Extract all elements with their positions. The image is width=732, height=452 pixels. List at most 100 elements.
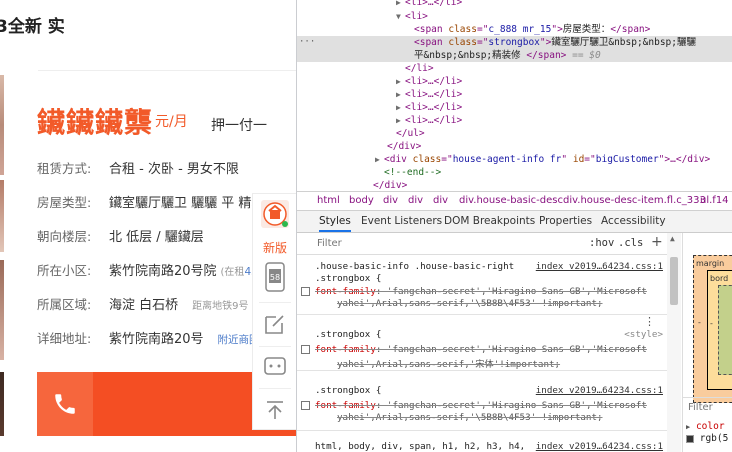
property-checkbox[interactable] xyxy=(301,345,310,354)
box-model-padding[interactable] xyxy=(718,285,732,375)
info-label: 所在小区: xyxy=(37,263,92,278)
dom-comment[interactable]: <!--end--> xyxy=(297,166,732,179)
elements-tree[interactable]: ▶ <li>…</li> ▼ <li> <span class="c_888 mr_… xyxy=(297,0,732,190)
breadcrumb-item[interactable]: div xyxy=(383,195,398,206)
rule-source-link[interactable]: index_v2019…64234.css:1 xyxy=(536,441,663,452)
rule-source: <style> xyxy=(624,329,663,340)
rule-source-link[interactable]: index_v2019…64234.css:1 xyxy=(536,385,663,396)
new-version-link[interactable]: 新版 xyxy=(253,238,296,256)
dom-node[interactable]: ▶ <li>…</li> xyxy=(297,0,732,9)
styles-scrollbar[interactable]: ▲ xyxy=(667,233,681,452)
tab-styles[interactable]: Styles xyxy=(319,215,351,232)
more-options-icon[interactable]: ⋮ xyxy=(644,315,655,328)
area-link[interactable]: 海淀 白石桥 xyxy=(109,298,178,313)
expand-triangle-icon[interactable]: ▶ xyxy=(396,0,405,9)
css-declaration[interactable]: font-family: 'fangchan-secret','Hiragino… xyxy=(315,286,647,297)
box-model-margin[interactable]: margin - bord - xyxy=(693,255,732,403)
breadcrumb-item[interactable]: div xyxy=(408,195,423,206)
feedback-button[interactable] xyxy=(253,310,296,338)
styles-filter-input[interactable] xyxy=(317,238,517,249)
expand-triangle-icon[interactable]: ▶ xyxy=(375,153,384,166)
breadcrumb-item[interactable]: div.house-basic-desc xyxy=(459,195,563,206)
listing-photo[interactable] xyxy=(0,372,4,436)
border-label: bord xyxy=(710,274,729,283)
css-declaration-cont: yahei',Arial,sans-serif,'\5B8B\4F53' !im… xyxy=(337,298,603,309)
info-label: 朝向楼层: xyxy=(37,229,92,244)
css-declaration[interactable]: font-family: 'fangchan-secret','Hiragino… xyxy=(315,400,647,411)
css-rule[interactable]: .strongbox { <style> font-family: 'fangc… xyxy=(297,315,667,371)
more-dots-icon[interactable]: ··· xyxy=(299,36,315,49)
computed-filter[interactable]: Filter xyxy=(683,397,732,417)
property-checkbox[interactable] xyxy=(301,287,310,296)
css-rule[interactable]: html, body, div, span, h1, h2, h3, h4, i… xyxy=(297,439,667,452)
dom-node[interactable]: </li> xyxy=(297,62,732,75)
info-value: 紫竹院南路20号 xyxy=(109,332,204,347)
dom-node[interactable]: ▶ <li>…</li> xyxy=(297,114,732,127)
expand-triangle-icon[interactable]: ▶ xyxy=(396,75,405,88)
tab-properties[interactable]: Properties xyxy=(539,215,592,227)
listing-photo[interactable] xyxy=(0,180,4,252)
app-download-button[interactable]: 58 xyxy=(253,260,296,294)
dom-node[interactable]: </div> xyxy=(297,179,732,190)
info-row-rent-type: 租赁方式: 合租 - 次卧 - 男女不限 xyxy=(37,158,239,177)
rule-source-link[interactable]: index_v2019…64234.css:1 xyxy=(536,261,663,272)
expand-triangle-icon[interactable]: ▶ xyxy=(396,114,405,127)
dom-node-selected[interactable]: ··· <span class="strongbox">鑶室驪厅驪卫&nbsp;… xyxy=(297,36,732,49)
margin-left-value[interactable]: - xyxy=(698,318,701,327)
border-left-value[interactable]: - xyxy=(710,319,713,328)
dom-node-selected-cont[interactable]: 平&nbsp;&nbsp;精装修 </span> == $0 xyxy=(297,49,732,62)
breadcrumb-item[interactable]: div xyxy=(433,195,448,206)
listing-photo[interactable] xyxy=(0,75,4,175)
customer-service-button[interactable] xyxy=(253,352,296,380)
info-row-address: 详细地址: 紫竹院南路20号 附近商圈 xyxy=(37,328,260,347)
rule-selector: .strongbox { xyxy=(315,385,382,396)
computed-property[interactable]: ▶ color xyxy=(686,421,725,432)
scroll-up-arrow-icon[interactable]: ▲ xyxy=(670,234,675,243)
price-row: 鑶鑶鑶龒 元/月 xyxy=(37,101,188,141)
rule-selector: html, body, div, span, h1, h2, h3, h4, xyxy=(315,441,526,452)
devtools-panel: ▶ <li>…</li> ▼ <li> <span class="c_888 mr_… xyxy=(296,0,732,452)
price-unit: 元/月 xyxy=(155,114,188,130)
info-value: 合租 - 次卧 - 男女不限 xyxy=(109,162,239,177)
css-declaration[interactable]: font-family: 'fangchan-secret','Hiragino… xyxy=(315,344,647,355)
qr-code-button[interactable] xyxy=(253,198,296,230)
scroll-thumb[interactable] xyxy=(670,257,678,305)
listing-photo[interactable] xyxy=(0,260,4,360)
tab-accessibility[interactable]: Accessibility xyxy=(601,215,666,227)
dom-node[interactable]: ▶ <li>…</li> xyxy=(297,88,732,101)
back-to-top-button[interactable] xyxy=(253,396,296,424)
dom-node[interactable]: ▶ <li>…</li> xyxy=(297,101,732,114)
breadcrumb-item[interactable]: body xyxy=(349,195,374,206)
dom-node[interactable]: </ul> xyxy=(297,127,732,140)
divider xyxy=(259,388,291,389)
css-rule[interactable]: .strongbox { index_v2019…64234.css:1 fon… xyxy=(297,371,667,431)
new-rule-button[interactable]: + xyxy=(651,234,663,250)
expand-triangle-icon[interactable]: ▶ xyxy=(396,88,405,101)
dom-node[interactable]: <span class="c_888 mr_15">房屋类型：</span> xyxy=(297,23,732,36)
phone-icon xyxy=(37,372,93,436)
dom-node[interactable]: </div> xyxy=(297,140,732,153)
box-model-border[interactable]: bord - xyxy=(707,270,732,390)
property-checkbox[interactable] xyxy=(301,401,310,410)
collapse-triangle-icon[interactable]: ▼ xyxy=(396,10,405,23)
divider xyxy=(259,302,291,303)
tab-event-listeners[interactable]: Event Listeners xyxy=(361,215,442,227)
page-title: 3全新 实 xyxy=(0,17,65,37)
breadcrumb-item[interactable]: html xyxy=(317,195,340,206)
listing-page: 3全新 实 鑶鑶鑶龒 元/月 押一付一 租赁方式: 合租 - 次卧 - 男女不限 房… xyxy=(0,0,296,452)
dom-node[interactable]: ▶ <li>…</li> xyxy=(297,75,732,88)
breadcrumb-item[interactable]: ul.f14 xyxy=(700,195,729,206)
breadcrumb-item[interactable]: div.house-desc-item.fl.c_333 xyxy=(563,195,706,206)
expand-triangle-icon[interactable]: ▶ xyxy=(396,101,405,114)
dom-node[interactable]: ▼ <li> xyxy=(297,10,732,23)
hover-state-toggle[interactable]: :hov xyxy=(589,237,614,249)
tab-dom-breakpoints[interactable]: DOM Breakpoints xyxy=(444,215,535,227)
community-link[interactable]: 紫竹院南路20号院 xyxy=(109,264,217,279)
dom-node[interactable]: ▶ <div class="house-agent-info fr" id="bi… xyxy=(297,153,732,166)
color-swatch[interactable] xyxy=(686,434,694,443)
info-row-community: 所在小区:紫竹院南路20号院 (在租439 xyxy=(37,260,264,279)
class-toggle[interactable]: .cls xyxy=(618,237,643,249)
css-rule[interactable]: .house-basic-info .house-basic-right ind… xyxy=(297,257,667,315)
css-declaration-cont: yahei',Arial,sans-serif,'\5B8B\4F53' !im… xyxy=(337,412,603,423)
expand-triangle-icon[interactable]: ▶ xyxy=(686,423,690,431)
